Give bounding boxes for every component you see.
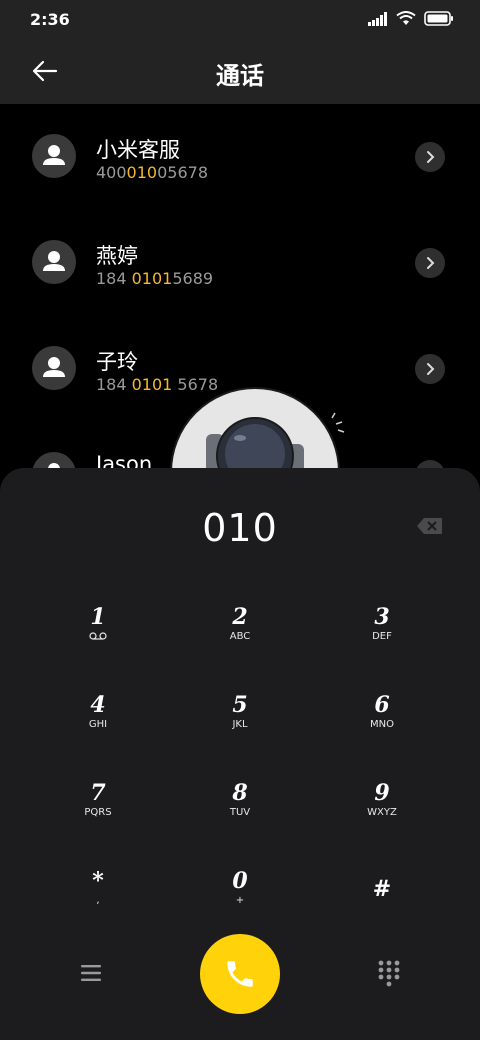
key-letters: DEF	[372, 631, 392, 642]
key-digit: #	[372, 876, 392, 902]
contact-item[interactable]: 小米客服 40001005678	[0, 104, 480, 210]
contact-detail-button[interactable]	[415, 248, 445, 278]
menu-icon	[81, 965, 101, 981]
key-digit: 2	[232, 604, 248, 630]
key-letters: ,	[96, 895, 100, 906]
phone-icon	[227, 961, 253, 987]
key-digit: *	[92, 868, 104, 894]
key-4[interactable]: 4 GHI	[38, 692, 158, 764]
key-letters: ABC	[229, 631, 251, 642]
wifi-icon	[396, 11, 416, 25]
dialer-panel: 010 1 2 ABC 3 DEF 4 GHI 5 JKL 6 MNO 7 PQ…	[0, 468, 480, 1040]
key-letters: MNO	[370, 719, 394, 730]
keypad-toggle-button[interactable]	[377, 959, 401, 987]
voicemail-icon	[89, 632, 107, 640]
dial-input[interactable]: 010	[0, 506, 480, 550]
contact-item[interactable]: 燕婷 184 01015689	[0, 210, 480, 316]
key-star[interactable]: * ,	[38, 868, 158, 940]
person-icon	[43, 145, 65, 165]
signal-icon	[368, 11, 387, 26]
backspace-icon	[417, 518, 442, 534]
keypad-icon	[378, 960, 400, 987]
key-2[interactable]: 2 ABC	[180, 604, 300, 676]
menu-button[interactable]	[78, 960, 104, 986]
avatar	[32, 346, 76, 390]
contact-name: 燕婷	[96, 244, 138, 268]
call-button[interactable]	[200, 934, 280, 1014]
page-title: 通话	[216, 62, 264, 90]
key-3[interactable]: 3 DEF	[322, 604, 442, 676]
key-letters: TUV	[229, 807, 251, 818]
person-icon	[43, 251, 65, 271]
key-letters: JKL	[232, 719, 248, 730]
key-digit: 4	[90, 692, 106, 718]
key-1[interactable]: 1	[38, 604, 158, 676]
contact-name: 子玲	[96, 350, 138, 374]
key-7[interactable]: 7 PQRS	[38, 780, 158, 852]
chevron-right-icon	[427, 151, 435, 163]
key-0[interactable]: 0 +	[180, 868, 300, 940]
key-digit: 8	[232, 780, 248, 806]
key-letters: WXYZ	[367, 807, 397, 818]
key-5[interactable]: 5 JKL	[180, 692, 300, 764]
key-digit: 9	[374, 780, 390, 806]
key-letters: PQRS	[84, 807, 112, 818]
key-6[interactable]: 6 MNO	[322, 692, 442, 764]
key-digit: 6	[374, 692, 390, 718]
status-icons	[368, 11, 454, 26]
key-digit: 7	[90, 780, 106, 806]
key-8[interactable]: 8 TUV	[180, 780, 300, 852]
avatar	[32, 134, 76, 178]
contact-number: 40001005678	[96, 163, 208, 182]
key-digit: 5	[232, 692, 248, 718]
contact-name: 小米客服	[96, 138, 180, 162]
key-digit: 1	[90, 604, 106, 630]
backspace-button[interactable]	[416, 516, 444, 536]
chevron-right-icon	[427, 257, 435, 269]
avatar	[32, 240, 76, 284]
contact-detail-button[interactable]	[415, 354, 445, 384]
status-time: 2:36	[30, 10, 70, 29]
contact-detail-button[interactable]	[415, 142, 445, 172]
key-digit: 0	[232, 868, 248, 894]
key-letters: GHI	[88, 719, 108, 730]
key-letters: +	[235, 895, 245, 906]
key-digit: 3	[374, 604, 390, 630]
key-hash[interactable]: #	[322, 876, 442, 948]
status-bar: 2:36	[0, 0, 480, 38]
header: 通话	[0, 38, 480, 104]
key-9[interactable]: 9 WXYZ	[322, 780, 442, 852]
contact-number: 184 01015689	[96, 269, 214, 288]
chevron-right-icon	[427, 363, 435, 375]
battery-icon	[424, 11, 453, 26]
person-icon	[43, 357, 65, 377]
